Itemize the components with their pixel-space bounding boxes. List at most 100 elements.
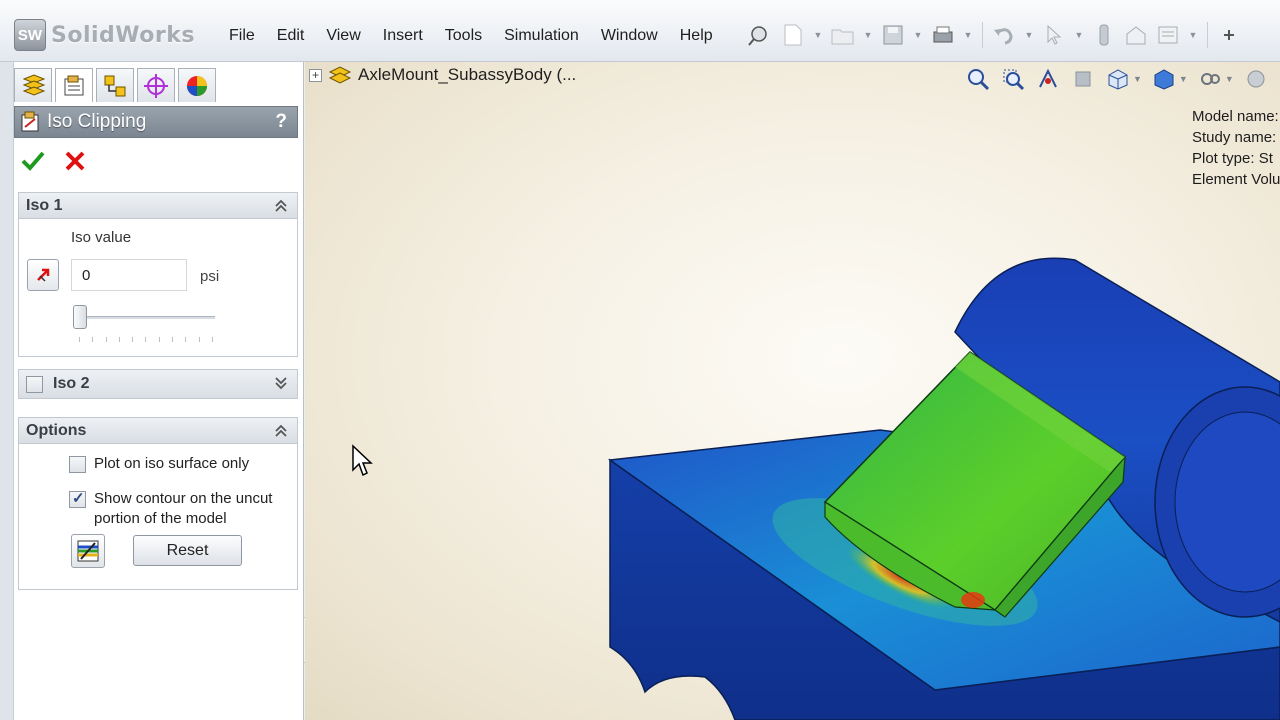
slider-ticks bbox=[79, 337, 213, 343]
previous-view-icon[interactable] bbox=[1035, 66, 1061, 92]
element-volume-line: Element Volu bbox=[1192, 171, 1280, 188]
options-group-header[interactable]: Options bbox=[19, 418, 297, 444]
cancel-button[interactable] bbox=[62, 148, 88, 174]
options-group: Options Plot on iso surface only Show co… bbox=[18, 417, 298, 590]
iso2-title: Iso 2 bbox=[53, 375, 90, 392]
collapse-chevron-icon[interactable] bbox=[273, 422, 289, 440]
new-dropdown-icon[interactable]: ▼ bbox=[812, 20, 824, 50]
checkmark-icon bbox=[21, 151, 45, 171]
menu-bar: SW SolidWorks File Edit View Insert Tool… bbox=[0, 0, 1280, 62]
stress-plot-model bbox=[607, 257, 1280, 720]
configuration-manager-tab[interactable] bbox=[96, 68, 134, 102]
options-icon[interactable] bbox=[1155, 20, 1181, 50]
appearance-icon[interactable] bbox=[1243, 66, 1269, 92]
save-icon[interactable] bbox=[880, 20, 906, 50]
show-contour-row: Show contour on the uncut portion of the… bbox=[69, 489, 299, 529]
tree-expand-icon[interactable]: + bbox=[309, 68, 322, 82]
logo-text: SolidWorks bbox=[51, 22, 195, 48]
menu-simulation[interactable]: Simulation bbox=[493, 25, 590, 47]
view-orientation-icon[interactable] bbox=[1105, 66, 1131, 92]
iso2-group-header[interactable]: Iso 2 bbox=[19, 370, 297, 398]
solidworks-logo[interactable]: SW SolidWorks bbox=[14, 18, 204, 52]
show-contour-label: Show contour on the uncut portion of the… bbox=[94, 490, 273, 527]
model-name-line: Model name: bbox=[1192, 108, 1279, 125]
menu-view[interactable]: View bbox=[315, 25, 371, 47]
iso2-checkbox[interactable] bbox=[26, 375, 43, 393]
display-style-dropdown-icon[interactable]: ▼ bbox=[1179, 74, 1188, 84]
plot-settings-button[interactable] bbox=[71, 534, 105, 568]
feature-manager-tab[interactable] bbox=[14, 68, 52, 102]
property-manager-tab[interactable] bbox=[55, 68, 93, 102]
open-dropdown-icon[interactable]: ▼ bbox=[862, 20, 874, 50]
manager-tabs bbox=[14, 68, 216, 102]
zoom-to-area-icon[interactable] bbox=[1000, 66, 1026, 92]
show-contour-checkbox[interactable] bbox=[69, 489, 86, 509]
hide-show-items-icon[interactable] bbox=[1197, 66, 1223, 92]
menu-insert[interactable]: Insert bbox=[372, 25, 434, 47]
expand-toolbar-icon[interactable] bbox=[1216, 20, 1242, 50]
section-view-icon[interactable] bbox=[1070, 66, 1096, 92]
print-dropdown-icon[interactable]: ▼ bbox=[962, 20, 974, 50]
feature-tree-root[interactable]: + AxleMount_SubassyBody (... bbox=[309, 64, 576, 86]
menu-window[interactable]: Window bbox=[590, 25, 669, 47]
plot-on-iso-label: Plot on iso surface only bbox=[94, 455, 250, 472]
select-dropdown-icon[interactable]: ▼ bbox=[1073, 20, 1085, 50]
plot-type-line: Plot type: St bbox=[1192, 150, 1273, 167]
print-icon[interactable] bbox=[930, 20, 956, 50]
tree-item-label: AxleMount_SubassyBody (... bbox=[358, 65, 577, 84]
property-manager-panel: Iso Clipping ? Iso 1 Iso value psi Is bbox=[0, 62, 316, 720]
model-info-block: Model name: Study name: Plot type: St El… bbox=[1192, 106, 1280, 190]
open-folder-icon[interactable] bbox=[830, 20, 856, 50]
view-orientation-dropdown-icon[interactable]: ▼ bbox=[1133, 74, 1142, 84]
options-title: Options bbox=[26, 421, 87, 439]
iso1-group-header[interactable]: Iso 1 bbox=[19, 193, 297, 219]
rebuild-icon[interactable] bbox=[1091, 20, 1117, 50]
new-document-icon[interactable] bbox=[780, 20, 806, 50]
zoom-to-fit-icon[interactable] bbox=[965, 66, 991, 92]
main-menu: File Edit View Insert Tools Simulation W… bbox=[218, 25, 724, 47]
collapse-chevron-icon[interactable] bbox=[273, 197, 289, 215]
toolbar-separator-2 bbox=[1207, 22, 1208, 48]
file-properties-icon[interactable] bbox=[1123, 20, 1149, 50]
menu-file[interactable]: File bbox=[218, 25, 266, 47]
iso-slider-thumb[interactable] bbox=[73, 305, 87, 329]
standard-toolbar: ▼ ▼ ▼ ▼ ▼ ▼ ▼ bbox=[780, 20, 1242, 50]
menu-help[interactable]: Help bbox=[669, 25, 724, 47]
hide-show-dropdown-icon[interactable]: ▼ bbox=[1225, 74, 1234, 84]
pin-menu-icon[interactable] bbox=[745, 23, 771, 49]
mouse-cursor-icon bbox=[351, 444, 373, 482]
ok-button[interactable] bbox=[20, 148, 46, 174]
options-dropdown-icon[interactable]: ▼ bbox=[1187, 20, 1199, 50]
iso2-group: Iso 2 bbox=[18, 369, 298, 399]
iso-clipping-icon bbox=[19, 110, 43, 134]
display-manager-tab[interactable] bbox=[178, 68, 216, 102]
iso-value-label: Iso value bbox=[71, 229, 132, 246]
toolbar-separator bbox=[982, 22, 983, 48]
iso1-title: Iso 1 bbox=[26, 196, 63, 214]
plot-on-iso-checkbox[interactable] bbox=[69, 456, 86, 473]
undo-icon[interactable] bbox=[991, 20, 1017, 50]
assembly-icon bbox=[328, 66, 352, 84]
property-manager-header: Iso Clipping ? bbox=[14, 106, 298, 138]
sw-badge-icon: SW bbox=[14, 19, 46, 51]
iso-value-input[interactable] bbox=[71, 259, 187, 291]
dimxpert-tab[interactable] bbox=[137, 68, 175, 102]
save-dropdown-icon[interactable]: ▼ bbox=[912, 20, 924, 50]
panel-title: Iso Clipping bbox=[47, 111, 147, 132]
study-name-line: Study name: bbox=[1192, 129, 1277, 146]
select-arrow-icon[interactable] bbox=[1041, 20, 1067, 50]
plot-settings-icon bbox=[77, 540, 99, 562]
graphics-area[interactable]: + AxleMount_SubassyBody (... ▼ ▼ ▼ Model… bbox=[305, 62, 1280, 720]
undo-dropdown-icon[interactable]: ▼ bbox=[1023, 20, 1035, 50]
menu-tools[interactable]: Tools bbox=[434, 25, 493, 47]
heads-up-toolbar: ▼ ▼ ▼ bbox=[965, 66, 1269, 92]
plot-on-iso-row: Plot on iso surface only bbox=[69, 454, 249, 474]
expand-chevron-icon[interactable] bbox=[273, 374, 289, 392]
ok-cancel-row bbox=[20, 148, 88, 174]
display-style-icon[interactable] bbox=[1151, 66, 1177, 92]
reset-button[interactable]: Reset bbox=[133, 535, 242, 566]
menu-edit[interactable]: Edit bbox=[266, 25, 316, 47]
iso-value-picker-button[interactable] bbox=[27, 259, 59, 291]
help-button[interactable]: ? bbox=[275, 111, 287, 133]
iso-slider-track[interactable] bbox=[77, 316, 215, 319]
